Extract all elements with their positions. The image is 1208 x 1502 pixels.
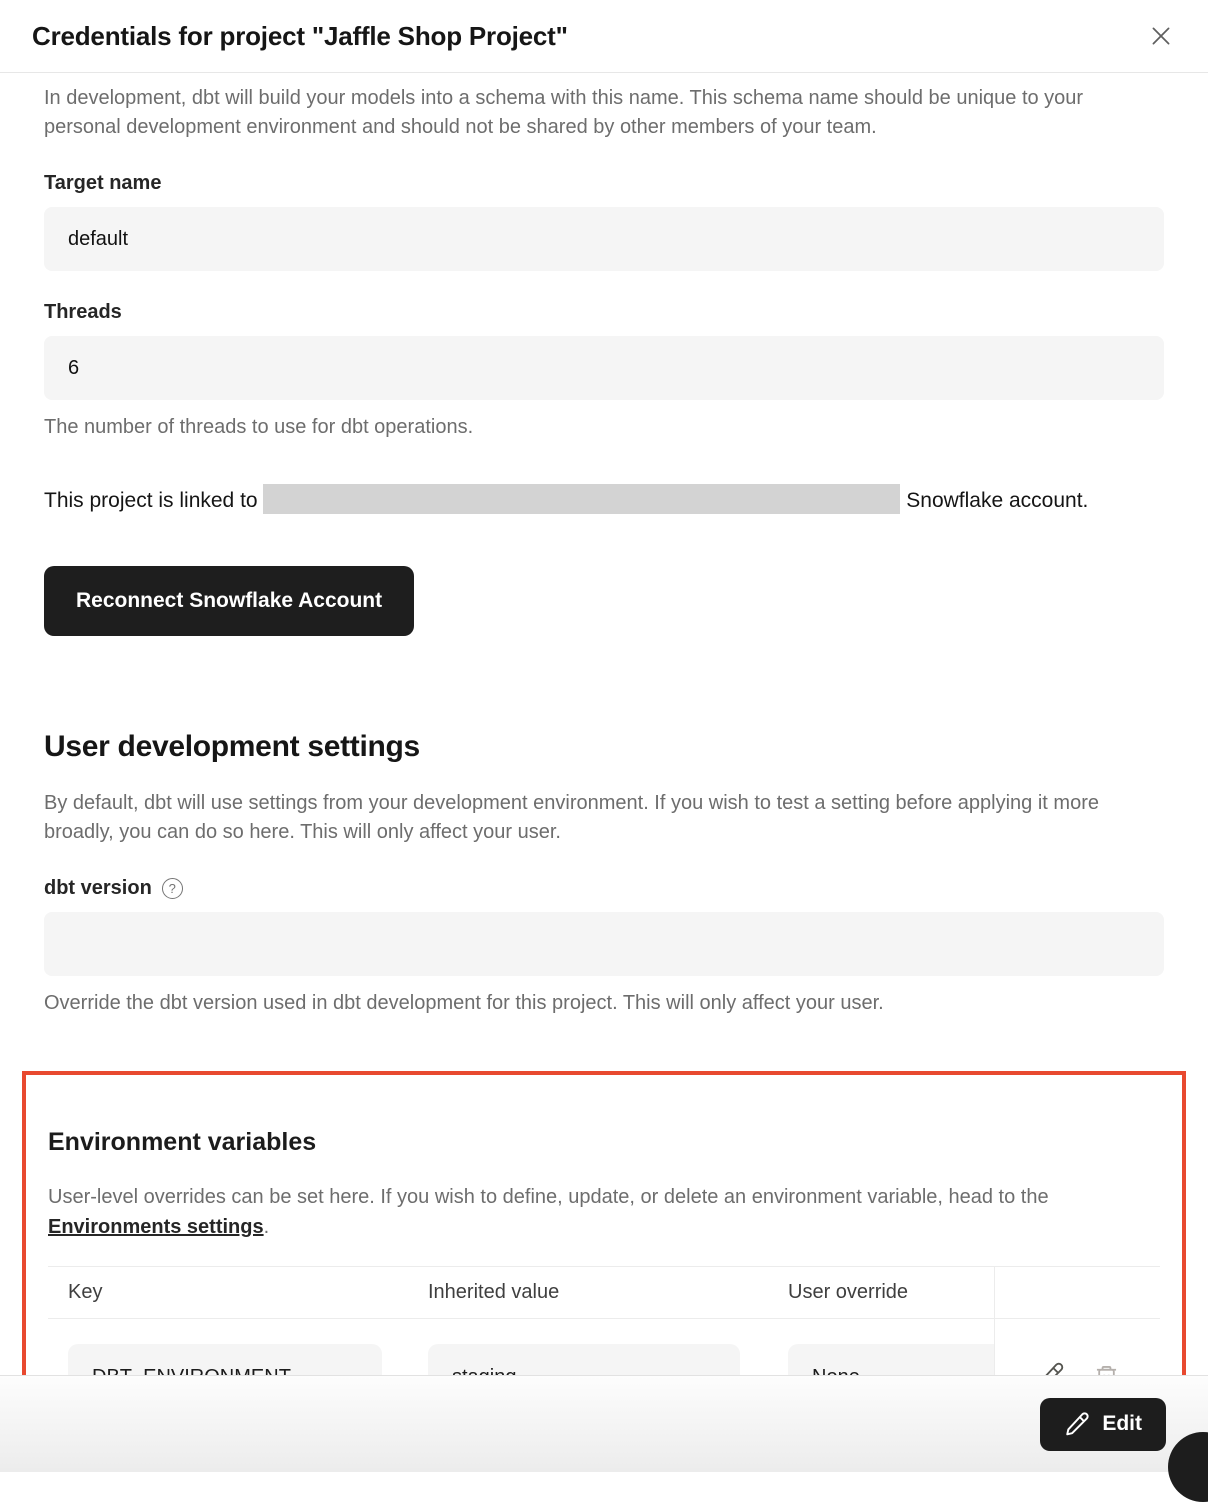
threads-helper-text: The number of threads to use for dbt ope… bbox=[44, 416, 1164, 439]
reconnect-snowflake-button-label: Reconnect Snowflake Account bbox=[76, 589, 382, 613]
target-name-label: Target name bbox=[44, 172, 1164, 195]
linked-account-text: This project is linked to Snowflake acco… bbox=[44, 482, 1164, 519]
dbt-version-label: dbt version ? bbox=[44, 877, 1164, 900]
close-icon[interactable] bbox=[1146, 21, 1176, 51]
target-name-input[interactable]: default bbox=[44, 207, 1164, 271]
linked-account-suffix: Snowflake account. bbox=[906, 489, 1088, 512]
modal-body: In development, dbt will build your mode… bbox=[0, 84, 1208, 1455]
edit-pencil-icon bbox=[1064, 1411, 1090, 1437]
modal-title: Credentials for project "Jaffle Shop Pro… bbox=[32, 21, 568, 52]
column-header-user-override: User override bbox=[768, 1281, 994, 1304]
user-development-settings-description: By default, dbt will use settings from y… bbox=[44, 789, 1164, 847]
column-header-key: Key bbox=[48, 1281, 408, 1304]
threads-label: Threads bbox=[44, 301, 1164, 324]
environment-variables-description: User-level overrides can be set here. If… bbox=[48, 1182, 1160, 1242]
environment-variables-heading: Environment variables bbox=[48, 1128, 1160, 1157]
modal-footer: Edit bbox=[0, 1375, 1208, 1472]
help-icon[interactable]: ? bbox=[162, 878, 183, 899]
dbt-version-label-text: dbt version bbox=[44, 877, 152, 900]
schema-description-text: In development, dbt will build your mode… bbox=[44, 84, 1164, 142]
env-description-period: . bbox=[264, 1216, 270, 1238]
modal-header: Credentials for project "Jaffle Shop Pro… bbox=[0, 0, 1208, 73]
dbt-version-input[interactable] bbox=[44, 912, 1164, 976]
edit-button[interactable]: Edit bbox=[1040, 1398, 1166, 1451]
reconnect-snowflake-button[interactable]: Reconnect Snowflake Account bbox=[44, 566, 414, 636]
redacted-account-name bbox=[263, 484, 900, 514]
table-header-row: Key Inherited value User override bbox=[48, 1267, 1160, 1319]
environments-settings-link[interactable]: Environments settings bbox=[48, 1216, 264, 1238]
column-header-inherited-value: Inherited value bbox=[408, 1281, 768, 1304]
user-development-settings-heading: User development settings bbox=[44, 730, 1164, 764]
threads-value: 6 bbox=[68, 357, 79, 380]
column-header-actions bbox=[994, 1267, 1160, 1318]
env-description-text: User-level overrides can be set here. If… bbox=[48, 1186, 1049, 1208]
linked-account-prefix: This project is linked to bbox=[44, 489, 258, 512]
dbt-version-helper-text: Override the dbt version used in dbt dev… bbox=[44, 992, 1164, 1015]
threads-input[interactable]: 6 bbox=[44, 336, 1164, 400]
target-name-value: default bbox=[68, 228, 128, 251]
edit-button-label: Edit bbox=[1102, 1412, 1142, 1436]
